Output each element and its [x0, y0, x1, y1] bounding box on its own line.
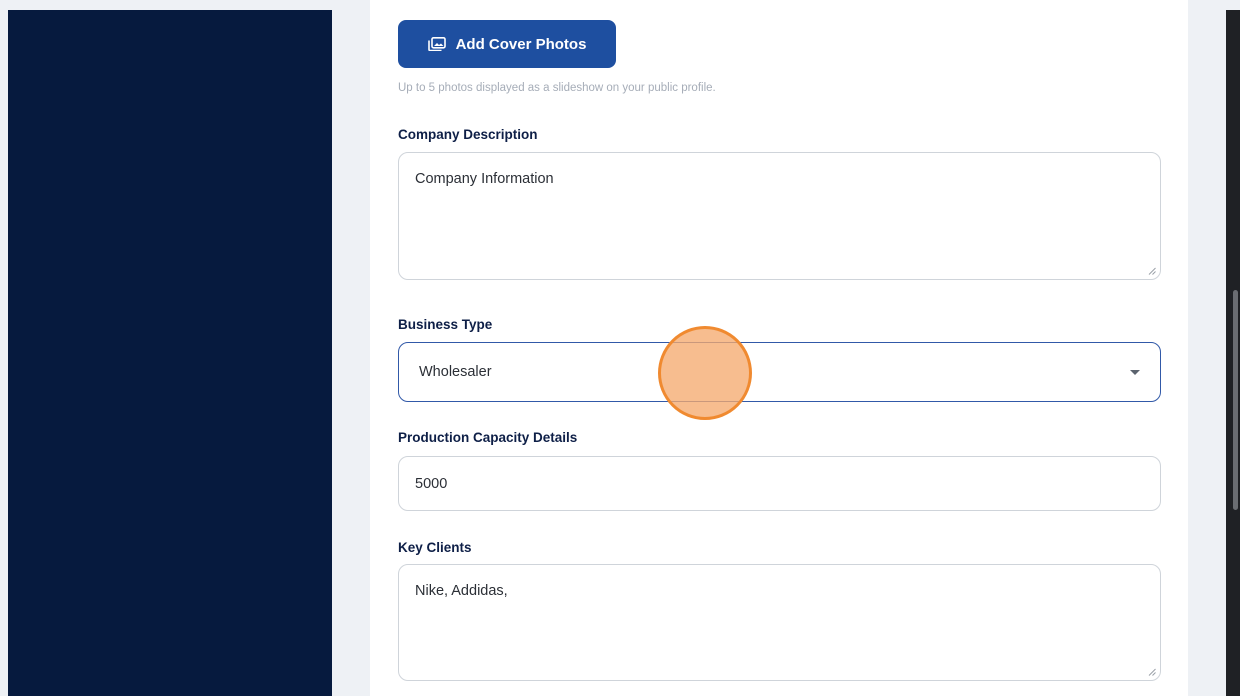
company-description-label: Company Description [398, 127, 538, 142]
key-clients-textarea[interactable]: Nike, Addidas, [398, 564, 1161, 681]
company-description-value: Company Information [415, 171, 554, 187]
resize-grip-icon[interactable] [1147, 266, 1156, 275]
app-screen: Add Cover Photos Up to 5 photos displaye… [0, 0, 1240, 696]
company-profile-form: Add Cover Photos Up to 5 photos displaye… [370, 0, 1188, 696]
chevron-down-icon[interactable] [1130, 369, 1140, 375]
key-clients-value: Nike, Addidas, [415, 583, 508, 599]
add-cover-photos-button[interactable]: Add Cover Photos [398, 20, 616, 68]
click-indicator [658, 326, 752, 420]
add-cover-photos-label: Add Cover Photos [455, 35, 587, 53]
sidebar [8, 10, 332, 696]
page-gutter-right [1188, 10, 1226, 696]
business-type-selected-value: Wholesaler [419, 364, 492, 380]
company-description-textarea[interactable]: Company Information [398, 152, 1161, 280]
page-gutter-left [332, 10, 370, 696]
production-capacity-label: Production Capacity Details [398, 430, 578, 445]
image-gallery-icon [427, 37, 446, 51]
business-type-select[interactable]: Wholesaler [398, 342, 1161, 402]
resize-grip-icon[interactable] [1147, 667, 1156, 676]
production-capacity-input[interactable]: 5000 [398, 456, 1161, 511]
production-capacity-value: 5000 [415, 475, 448, 492]
business-type-label: Business Type [398, 317, 493, 332]
scrollbar-thumb[interactable] [1233, 290, 1238, 510]
cover-photos-helper-text: Up to 5 photos displayed as a slideshow … [398, 82, 716, 94]
key-clients-label: Key Clients [398, 540, 472, 555]
